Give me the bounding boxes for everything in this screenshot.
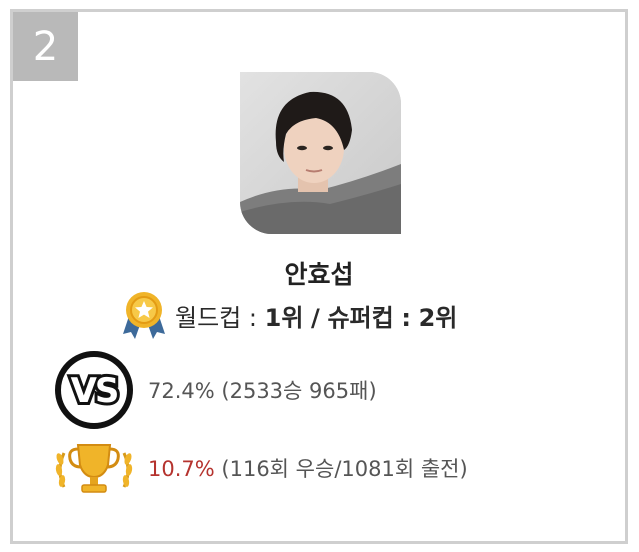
ranking-card[interactable]: 2 안효섭 월드컵: 1위 / 슈퍼컵: 2위 VS 72.4% (2533… (10, 9, 628, 544)
medal-icon (123, 292, 165, 339)
supercup-rank: 2위 (418, 303, 458, 332)
worldcup-rank: 1위 (264, 303, 304, 332)
vs-win-rate: 72.4% (148, 379, 215, 403)
person-name: 안효섭 (284, 260, 354, 289)
vs-icon: VS (55, 351, 133, 429)
profile-photo[interactable] (240, 72, 401, 234)
trophy-icon (55, 444, 133, 493)
supercup-colon: : (401, 303, 411, 332)
trophy-stat-row: 10.7% (116회 우승/1081회 출전) (54, 436, 468, 500)
vs-stat-text: 72.4% (2533승 965패) (148, 375, 377, 405)
worldcup-label: 월드컵 (175, 303, 242, 332)
trophy-win-pct: 10.7% (148, 457, 215, 481)
rank-summary: 월드컵 : 1위 / 슈퍼컵 : 2위 (121, 290, 457, 340)
worldcup-colon: : (248, 303, 257, 332)
rank-text: 월드컵 : 1위 / 슈퍼컵 : 2위 (175, 298, 457, 333)
rank-badge: 2 (13, 12, 78, 81)
rank-divider: / (311, 303, 320, 332)
svg-text:VS: VS (71, 371, 118, 411)
vs-record: (2533승 965패) (221, 379, 377, 403)
supercup-label: 슈퍼컵 (327, 303, 394, 332)
portrait-image (240, 72, 401, 234)
trophy-record: (116회 우승/1081회 출전) (221, 457, 468, 481)
rank-number: 2 (32, 23, 59, 70)
vs-stat-row: VS 72.4% (2533승 965패) (54, 350, 377, 430)
trophy-stat-text: 10.7% (116회 우승/1081회 출전) (148, 453, 468, 483)
